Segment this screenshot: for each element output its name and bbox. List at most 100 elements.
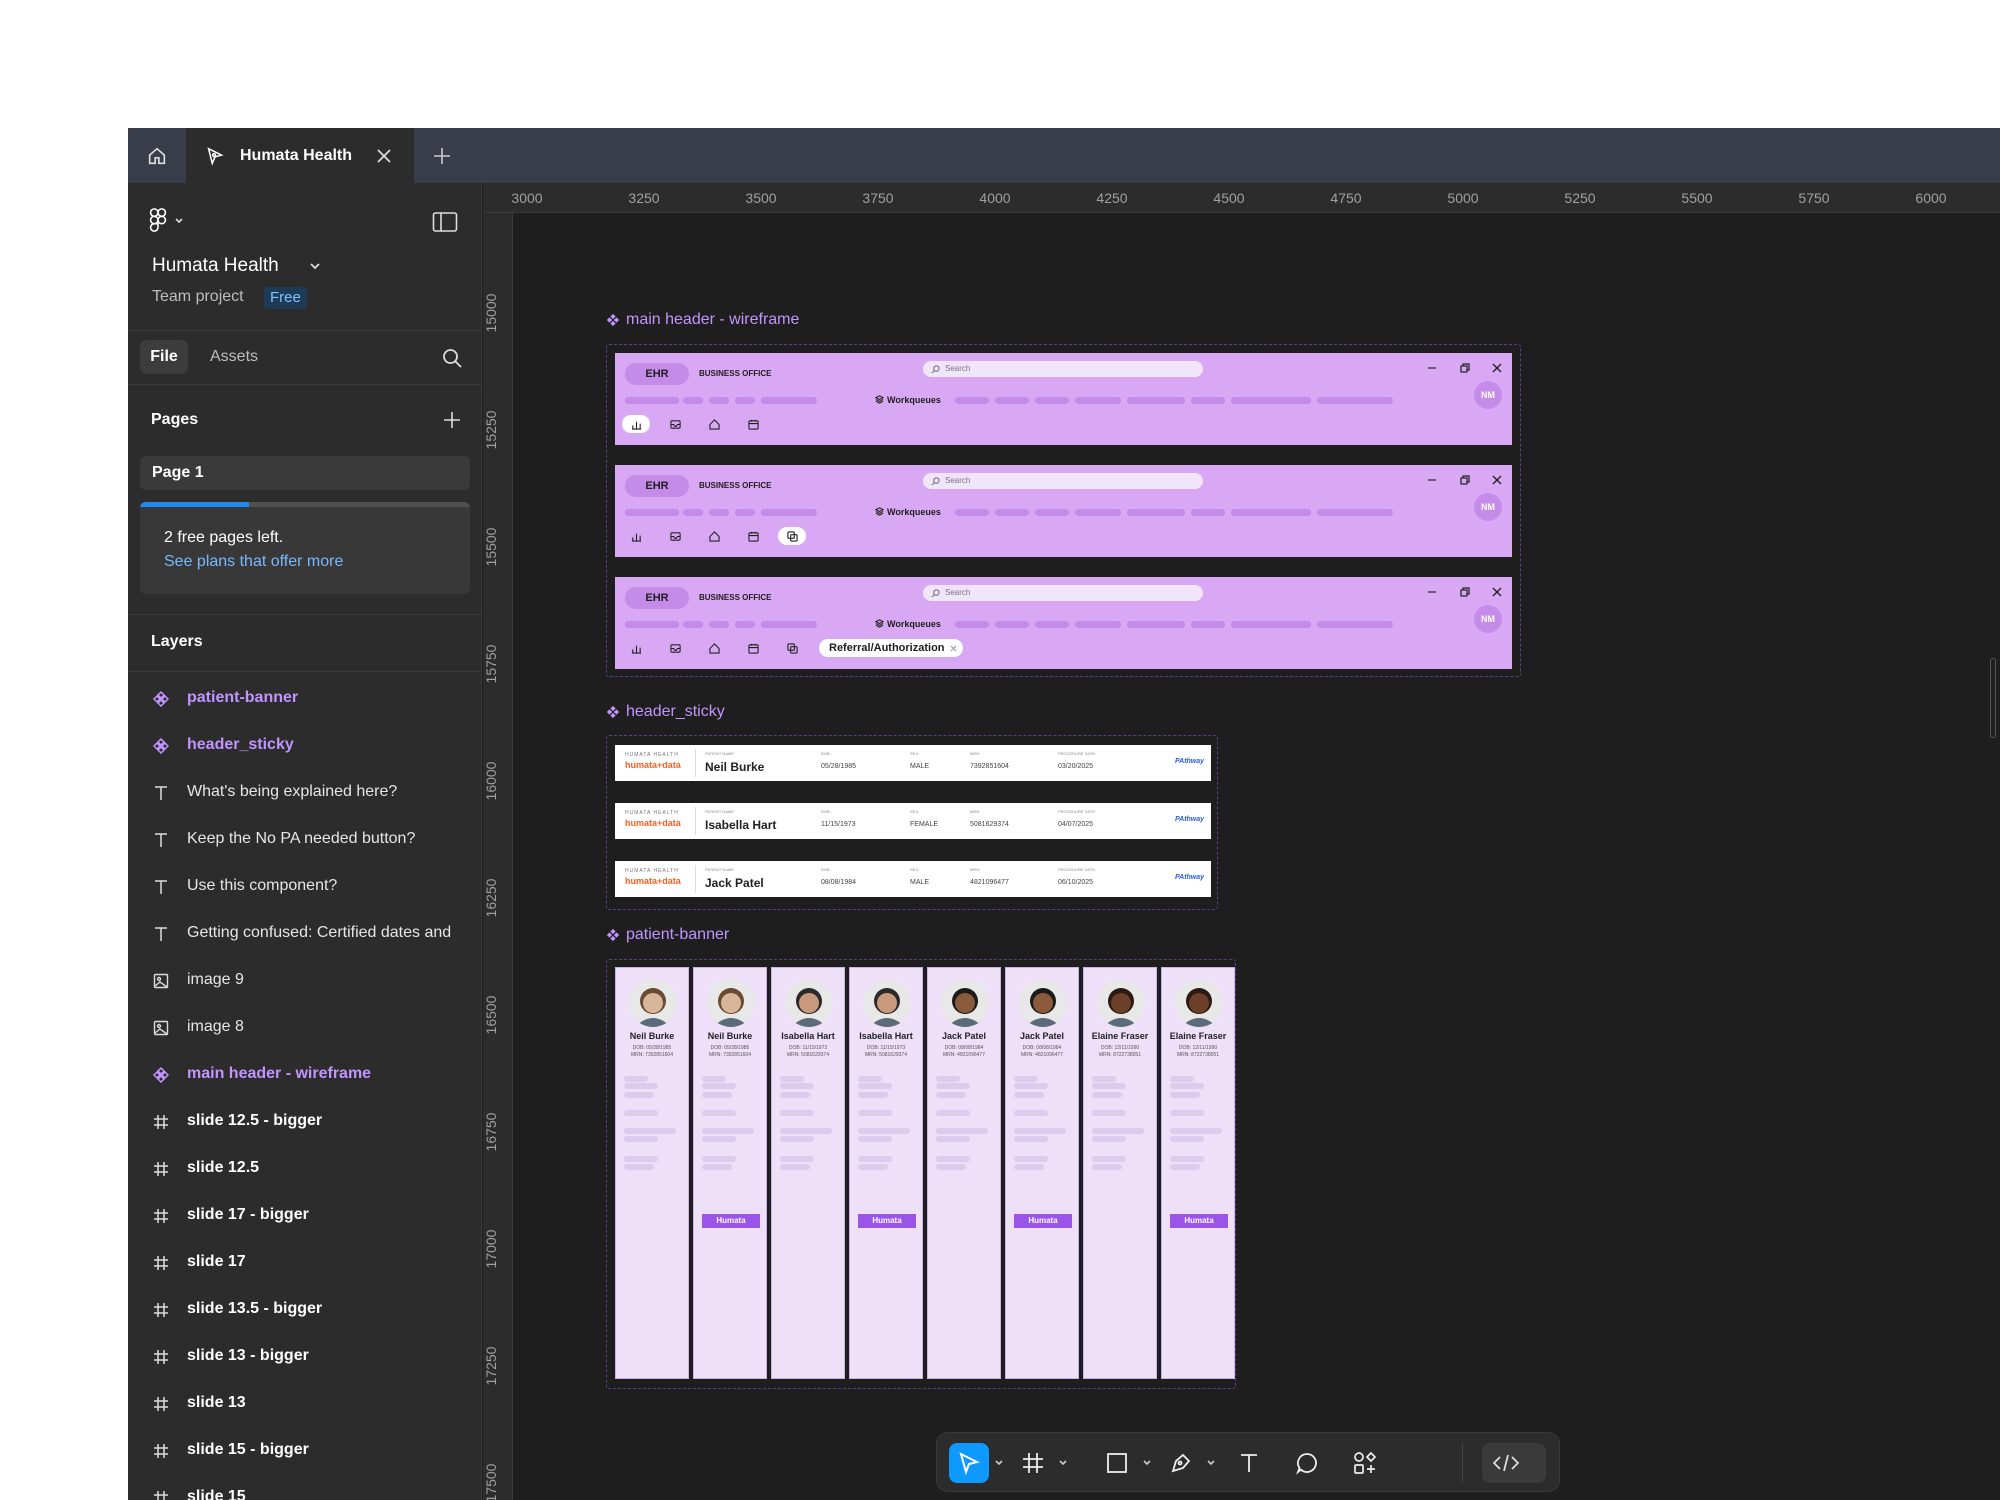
tab-assets[interactable]: Assets bbox=[210, 340, 258, 374]
text-layer-icon bbox=[152, 878, 170, 896]
chevron-down-icon bbox=[175, 218, 183, 224]
ruler-tick-label: 4750 bbox=[1330, 190, 1362, 206]
layer-row[interactable]: main header - wireframe bbox=[128, 1057, 481, 1093]
layer-label: patient-banner bbox=[187, 689, 299, 706]
page-item-page-1[interactable]: Page 1 bbox=[140, 456, 470, 490]
layer-row[interactable]: slide 13.5 - bigger bbox=[128, 1292, 481, 1328]
layer-row[interactable]: slide 15 bbox=[128, 1480, 481, 1500]
search-icon[interactable] bbox=[441, 347, 463, 369]
layer-label: slide 15 bbox=[187, 1488, 246, 1500]
layer-label: image 8 bbox=[187, 1018, 244, 1035]
text-layer-icon bbox=[152, 925, 170, 943]
ruler-tick-label: 5500 bbox=[1681, 190, 1713, 206]
ruler-tick-label: 17500 bbox=[483, 1463, 499, 1500]
project-title[interactable]: Humata Health bbox=[152, 255, 279, 277]
comment-tool-button[interactable] bbox=[1287, 1443, 1327, 1483]
pen-tool-button[interactable] bbox=[1161, 1443, 1201, 1483]
layer-label: Keep the No PA needed button? bbox=[187, 830, 416, 847]
chevron-down-icon[interactable] bbox=[993, 1457, 1005, 1469]
canvas-scrollbar[interactable] bbox=[1990, 658, 1996, 738]
ruler-tick-label: 17000 bbox=[483, 1229, 499, 1269]
frame-icon bbox=[152, 1442, 170, 1460]
chevron-down-icon[interactable] bbox=[309, 261, 321, 271]
components-icon bbox=[1354, 1451, 1377, 1474]
divider bbox=[128, 384, 481, 385]
layer-label: slide 17 - bigger bbox=[187, 1206, 309, 1223]
toolbar-divider bbox=[1462, 1443, 1463, 1483]
pages-usage-fill bbox=[140, 502, 249, 507]
upgrade-text: 2 free pages left. bbox=[164, 529, 284, 546]
project-subtitle: Team project bbox=[152, 288, 244, 305]
shape-tool-button[interactable] bbox=[1097, 1443, 1137, 1483]
text-icon bbox=[1241, 1454, 1257, 1472]
text-layer-icon bbox=[152, 784, 170, 802]
pages-usage-bar bbox=[140, 502, 470, 507]
tab-file[interactable]: File bbox=[140, 340, 188, 374]
figma-logo-icon bbox=[149, 208, 167, 232]
ruler-tick-label: 16000 bbox=[483, 761, 499, 801]
pen-icon bbox=[1171, 1453, 1191, 1473]
comment-icon bbox=[1296, 1453, 1317, 1475]
layer-row[interactable]: slide 15 - bigger bbox=[128, 1433, 481, 1469]
ruler-tick-label: 6000 bbox=[1915, 190, 1947, 206]
sidebar-toggle-icon[interactable] bbox=[432, 211, 458, 233]
left-sidebar: Humata Health Team project Free File Ass… bbox=[128, 183, 482, 1500]
layer-row[interactable]: slide 17 bbox=[128, 1245, 481, 1281]
add-page-plus-icon[interactable] bbox=[441, 409, 463, 431]
chevron-down-icon[interactable] bbox=[1057, 1457, 1069, 1469]
ruler-tick-label: 3500 bbox=[745, 190, 777, 206]
ruler-tick-label: 16250 bbox=[483, 878, 499, 918]
component-icon bbox=[152, 1066, 170, 1084]
layer-row[interactable]: Use this component? bbox=[128, 869, 481, 905]
frame-icon bbox=[152, 1348, 170, 1366]
file-tab[interactable]: Humata Health bbox=[186, 128, 414, 183]
layer-row[interactable]: slide 13 bbox=[128, 1386, 481, 1422]
layer-row[interactable]: slide 12.5 bbox=[128, 1151, 481, 1187]
layer-row[interactable]: Keep the No PA needed button? bbox=[128, 822, 481, 858]
layers-heading: Layers bbox=[151, 633, 203, 650]
layer-label: slide 13 bbox=[187, 1394, 246, 1411]
layer-row[interactable]: image 8 bbox=[128, 1010, 481, 1046]
divider bbox=[128, 330, 481, 331]
ruler-tick-label: 15500 bbox=[483, 527, 499, 567]
image-icon bbox=[152, 972, 170, 990]
new-tab-plus-icon[interactable] bbox=[430, 144, 454, 168]
layer-label: slide 13.5 - bigger bbox=[187, 1300, 323, 1317]
layer-row[interactable]: Getting confused: Certified dates and bbox=[128, 916, 481, 952]
actions-button[interactable] bbox=[1345, 1443, 1385, 1483]
upgrade-card: 2 free pages left. See plans that offer … bbox=[140, 502, 470, 594]
home-button[interactable] bbox=[128, 128, 186, 183]
text-tool-button[interactable] bbox=[1229, 1443, 1269, 1483]
layer-row[interactable]: slide 17 - bigger bbox=[128, 1198, 481, 1234]
tab-bar: Humata Health bbox=[128, 128, 2000, 183]
layer-row[interactable]: header_sticky bbox=[128, 728, 481, 764]
frame-icon bbox=[1023, 1453, 1043, 1473]
ruler-tick-label: 15750 bbox=[483, 644, 499, 684]
layer-row[interactable]: slide 13 - bigger bbox=[128, 1339, 481, 1375]
component-icon bbox=[152, 737, 170, 755]
rectangle-icon bbox=[1107, 1453, 1127, 1473]
component-icon bbox=[152, 690, 170, 708]
layer-row[interactable]: image 9 bbox=[128, 963, 481, 999]
dev-mode-toggle[interactable] bbox=[1482, 1443, 1546, 1483]
canvas[interactable] bbox=[513, 213, 2000, 1500]
ruler-tick-label: 15250 bbox=[483, 410, 499, 450]
main-menu-button[interactable] bbox=[148, 207, 192, 233]
close-icon[interactable] bbox=[374, 146, 394, 166]
chevron-down-icon[interactable] bbox=[1141, 1457, 1153, 1469]
plan-badge[interactable]: Free bbox=[264, 287, 307, 309]
image-icon bbox=[152, 1019, 170, 1037]
see-plans-link[interactable]: See plans that offer more bbox=[164, 553, 343, 571]
frame-icon bbox=[152, 1301, 170, 1319]
layer-row[interactable]: patient-banner bbox=[128, 681, 481, 717]
ruler-tick-label: 4000 bbox=[979, 190, 1011, 206]
frame-icon bbox=[152, 1395, 170, 1413]
chevron-down-icon[interactable] bbox=[1205, 1457, 1217, 1469]
layer-row[interactable]: slide 12.5 - bigger bbox=[128, 1104, 481, 1140]
frame-tool-button[interactable] bbox=[1013, 1443, 1053, 1483]
code-icon bbox=[1492, 1454, 1520, 1472]
figma-window: Humata Health Humata Health Team project… bbox=[128, 128, 2000, 1500]
home-icon bbox=[148, 147, 166, 164]
layer-row[interactable]: What's being explained here? bbox=[128, 775, 481, 811]
move-tool-button[interactable] bbox=[949, 1443, 989, 1483]
